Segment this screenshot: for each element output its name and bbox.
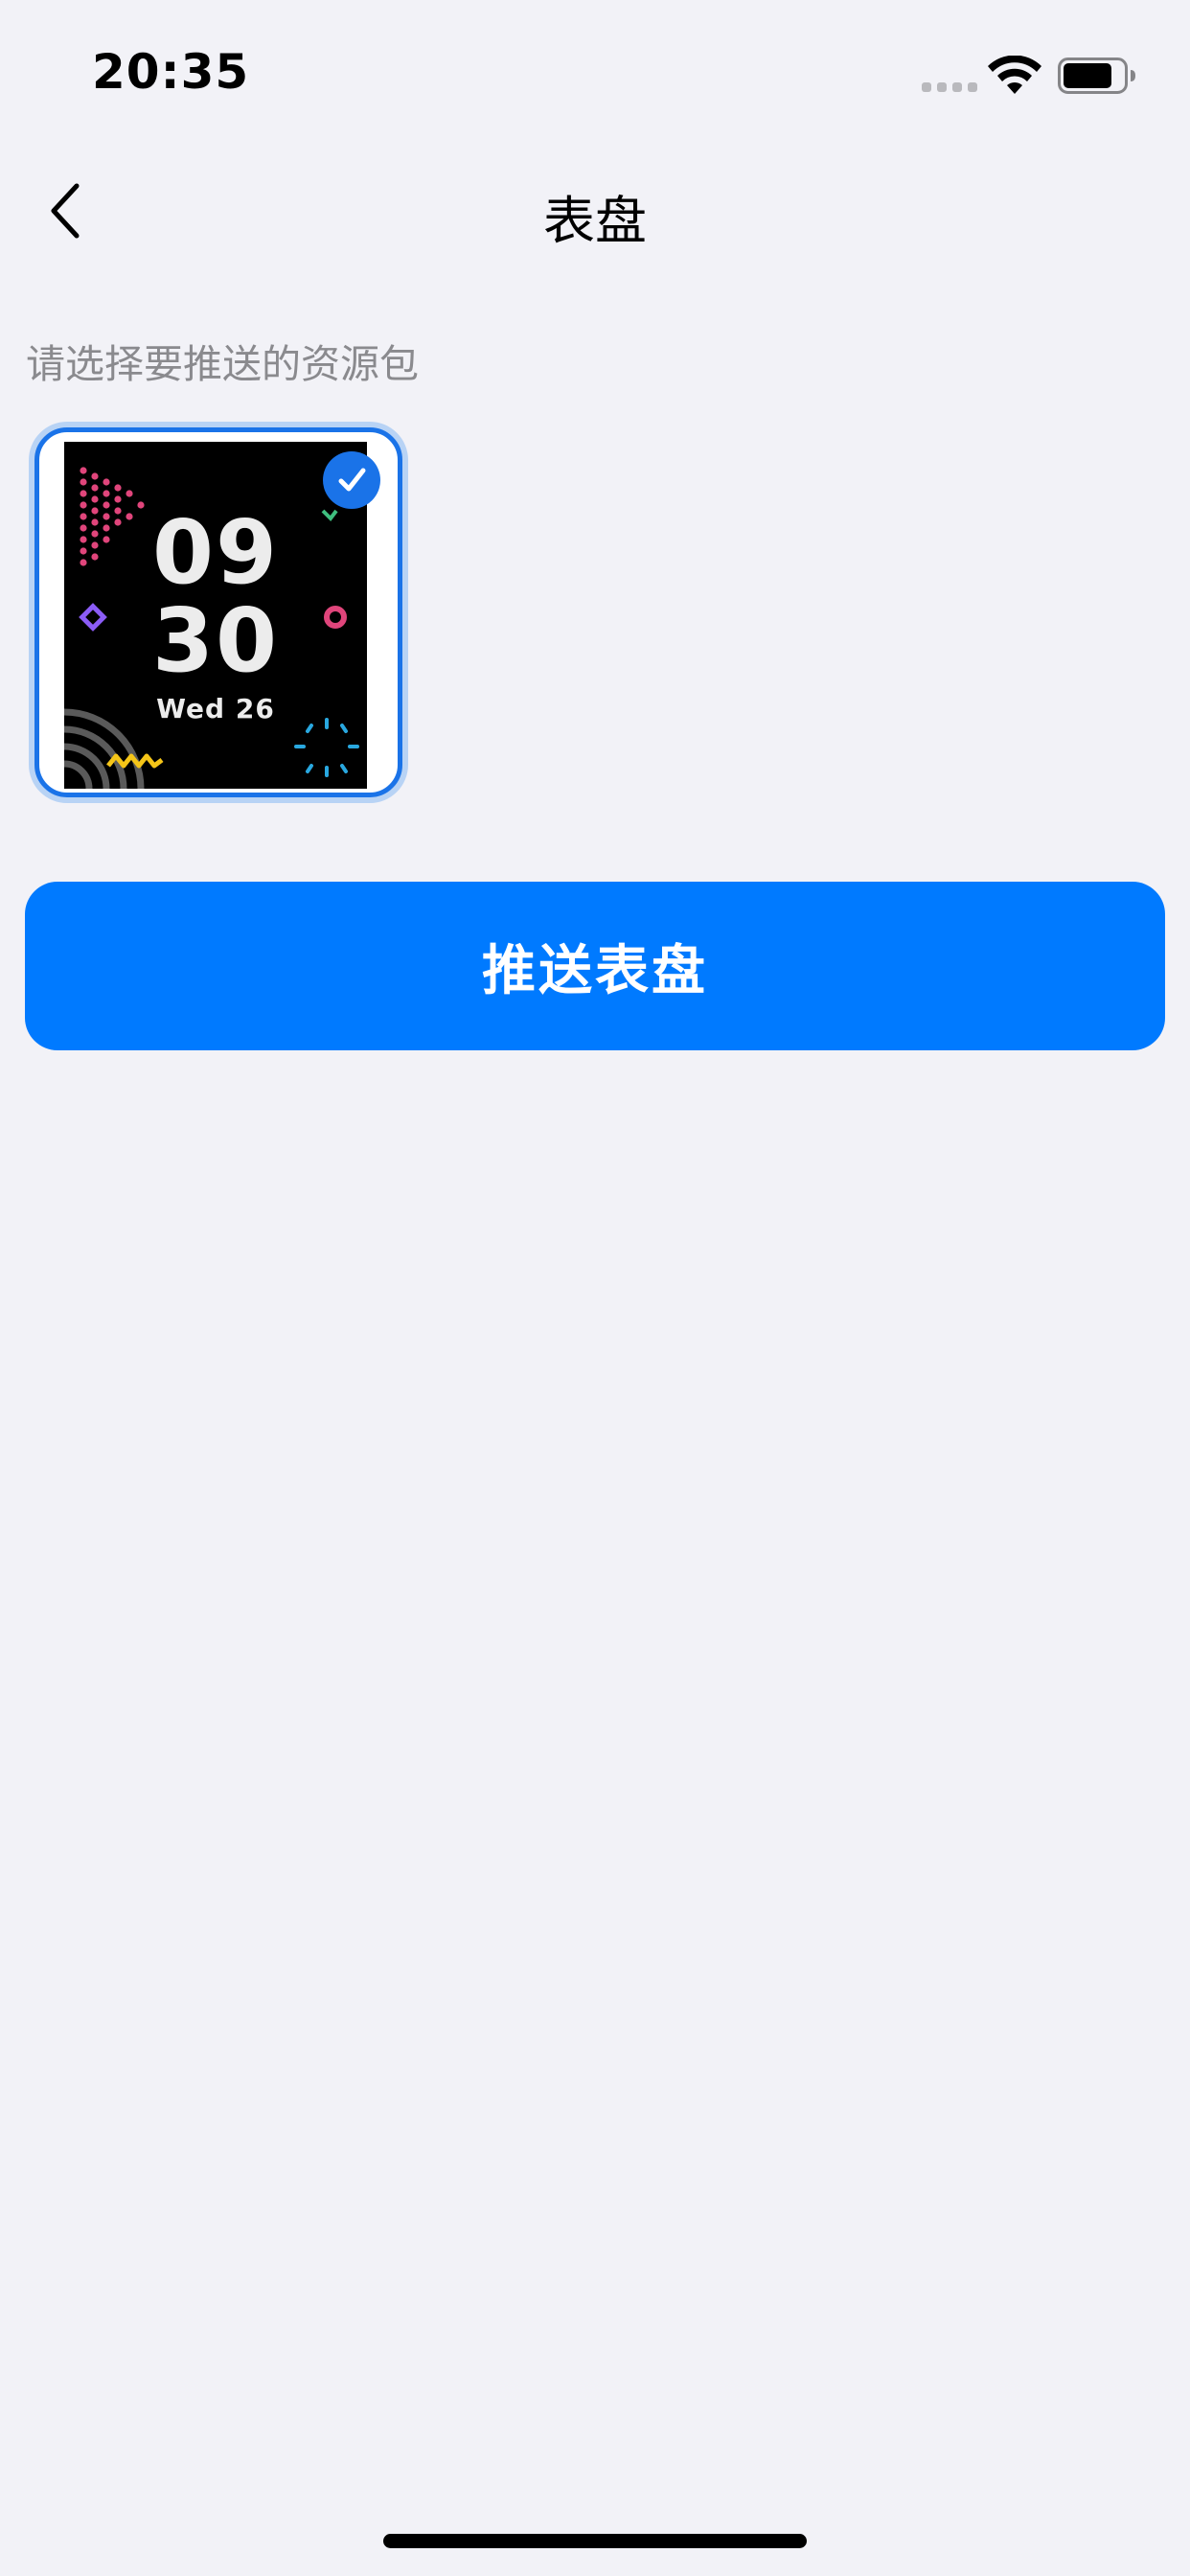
hint-text: 请选择要推送的资源包 bbox=[26, 341, 419, 387]
nav-bar: 表盘 bbox=[0, 144, 1190, 278]
watch-face-preview: 09 30 Wed 26 bbox=[64, 442, 367, 789]
watch-face-hour: 09 bbox=[151, 501, 280, 604]
wifi-icon bbox=[988, 56, 1041, 94]
selected-badge bbox=[323, 451, 380, 509]
status-bar: 20:35 bbox=[0, 0, 1190, 144]
watch-face-card[interactable]: 09 30 Wed 26 bbox=[34, 427, 402, 797]
battery-icon bbox=[1058, 58, 1135, 94]
page-title: 表盘 bbox=[543, 191, 647, 251]
push-watch-face-button[interactable]: 推送表盘 bbox=[25, 882, 1165, 1050]
checkmark-icon bbox=[338, 468, 366, 492]
signal-icon bbox=[922, 82, 977, 92]
status-time: 20:35 bbox=[92, 44, 250, 100]
watch-face-minute: 30 bbox=[151, 589, 280, 692]
home-indicator[interactable] bbox=[383, 2534, 807, 2548]
watch-face-date: Wed 26 bbox=[156, 693, 275, 724]
